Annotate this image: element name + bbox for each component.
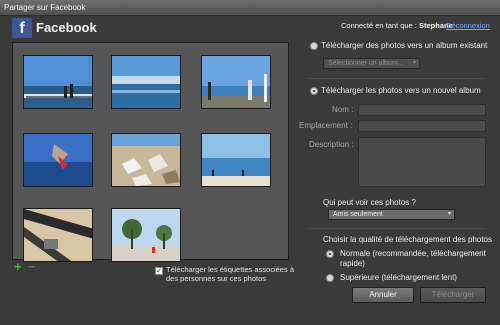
photo-thumbnail[interactable] [111,55,181,109]
privacy-select[interactable]: Amis seulement ▾ [328,209,455,220]
quality-high-radio[interactable] [326,274,334,282]
privacy-select-value: Amis seulement [333,211,383,218]
connected-as: Connecté en tant que : Stephane [341,21,453,30]
new-album-radio[interactable] [310,87,318,95]
privacy-question: Qui peut voir ces photos ? [323,198,416,207]
album-location-input[interactable] [358,120,486,132]
photo-thumbnail[interactable] [201,133,271,187]
quality-normal-label: Normale (recommandée, téléchargement rap… [340,249,486,268]
photo-thumbnail[interactable] [111,133,181,187]
new-album-label: Télécharger les photos vers un nouvel al… [321,86,481,95]
tag-upload-checkbox[interactable]: ✓ [155,267,163,275]
chevron-down-icon: ▾ [412,60,416,66]
photo-thumbnail[interactable] [23,55,93,109]
quality-normal-radio[interactable] [326,250,334,258]
photo-thumbnail[interactable] [23,133,93,187]
logout-link[interactable]: Déconnexion [446,21,490,30]
quality-title: Choisir la qualité de téléchargement des… [323,235,492,244]
existing-album-select[interactable]: Sélectionner un album... ▾ [323,58,420,69]
section-divider [308,228,486,229]
chevron-down-icon: ▾ [447,211,451,217]
window-titlebar: Partager sur Facebook [0,0,500,16]
quality-high-label: Supérieure (téléchargement lent) [340,273,457,282]
tag-upload-label: Télécharger les étiquettes associées à d… [166,265,294,283]
add-photo-button[interactable]: + [14,260,24,273]
photo-thumbnail[interactable] [111,208,181,262]
upload-button[interactable]: Télécharger [420,287,486,303]
photo-thumbnail[interactable] [23,208,93,262]
name-label: Nom : [332,105,354,114]
existing-album-label: Télécharger des photos vers un album exi… [321,41,488,50]
brand-title: Facebook [36,20,97,35]
existing-album-radio[interactable] [310,42,318,50]
facebook-logo-icon: f [12,18,32,38]
remove-photo-button[interactable]: − [28,260,38,273]
photo-gallery [12,42,289,262]
window-title: Partager sur Facebook [4,3,86,12]
album-description-input[interactable] [358,137,486,187]
description-label: Description : [309,140,354,149]
photo-thumbnail[interactable] [201,55,271,109]
existing-album-select-value: Sélectionner un album... [328,60,404,67]
connected-label: Connecté en tant que : [341,21,417,30]
cancel-button[interactable]: Annuler [352,287,414,303]
section-divider [308,78,486,79]
album-name-input[interactable] [358,104,486,116]
location-label: Emplacement : [299,121,353,130]
